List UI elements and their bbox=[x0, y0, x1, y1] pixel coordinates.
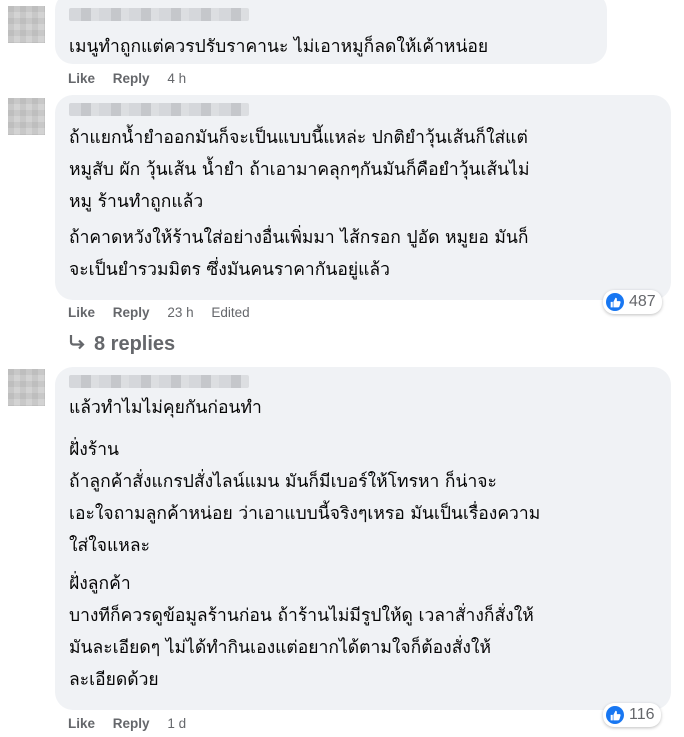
comment-text: ฝั่งร้าน ถ้าลูกค้าสั่งแกรปสั่งไลน์แมน มั… bbox=[69, 440, 541, 556]
reply-button[interactable]: Reply bbox=[113, 71, 150, 86]
comment-text: ถ้าคาดหวังให้ร้านใส่อย่างอื่นเพิ่มมา ไส้… bbox=[69, 228, 529, 280]
reaction-count[interactable]: 487 bbox=[603, 290, 662, 314]
comment-text: เมนูทำถูกแต่ควรปรับราคานะ ไม่เอาหมูก็ลดใ… bbox=[69, 37, 489, 57]
edited-label[interactable]: Edited bbox=[211, 305, 249, 320]
reply-arrow-icon bbox=[68, 333, 86, 356]
comment-text: ฝั่งลูกค้า บางทีก็ควรดูข้อมูลร้านก่อน ถ้… bbox=[69, 574, 534, 690]
author-name-redacted[interactable] bbox=[69, 8, 249, 21]
like-icon bbox=[606, 293, 624, 311]
replies-count: 8 replies bbox=[94, 333, 176, 355]
author-name-redacted[interactable] bbox=[69, 103, 249, 116]
avatar[interactable] bbox=[8, 6, 45, 43]
comment-bubble: ถ้าแยกน้ำยำออกมันก็จะเป็นแบบนี้แหล่ะ ปกต… bbox=[55, 95, 671, 300]
reaction-count[interactable]: 116 bbox=[603, 703, 661, 727]
comment-bubble: เมนูทำถูกแต่ควรปรับราคานะ ไม่เอาหมูก็ลดใ… bbox=[55, 0, 607, 64]
reply-button[interactable]: Reply bbox=[113, 305, 150, 320]
comment-text: ถ้าแยกน้ำยำออกมันก็จะเป็นแบบนี้แหล่ะ ปกต… bbox=[69, 128, 530, 212]
reaction-count-value: 487 bbox=[629, 293, 656, 310]
author-name-redacted[interactable] bbox=[69, 375, 249, 388]
reply-button[interactable]: Reply bbox=[113, 716, 150, 731]
comment-bubble: แล้วทำไมไม่คุยกันก่อนทำ ฝั่งร้าน ถ้าลูกค… bbox=[55, 367, 671, 710]
comment-text: แล้วทำไมไม่คุยกันก่อนทำ bbox=[69, 398, 262, 418]
avatar[interactable] bbox=[8, 369, 45, 406]
timestamp[interactable]: 1 d bbox=[167, 716, 186, 731]
like-button[interactable]: Like bbox=[68, 71, 95, 86]
like-button[interactable]: Like bbox=[68, 716, 95, 731]
timestamp[interactable]: 4 h bbox=[167, 71, 186, 86]
comment-actions: Like Reply 4 h bbox=[68, 71, 200, 86]
timestamp[interactable]: 23 h bbox=[167, 305, 193, 320]
like-icon bbox=[606, 706, 624, 724]
avatar[interactable] bbox=[8, 98, 45, 135]
comment-actions: Like Reply 1 d bbox=[68, 716, 200, 731]
view-replies-link[interactable]: 8 replies bbox=[68, 333, 175, 356]
reaction-count-value: 116 bbox=[629, 706, 655, 723]
comment-actions: Like Reply 23 h Edited bbox=[68, 305, 264, 320]
like-button[interactable]: Like bbox=[68, 305, 95, 320]
